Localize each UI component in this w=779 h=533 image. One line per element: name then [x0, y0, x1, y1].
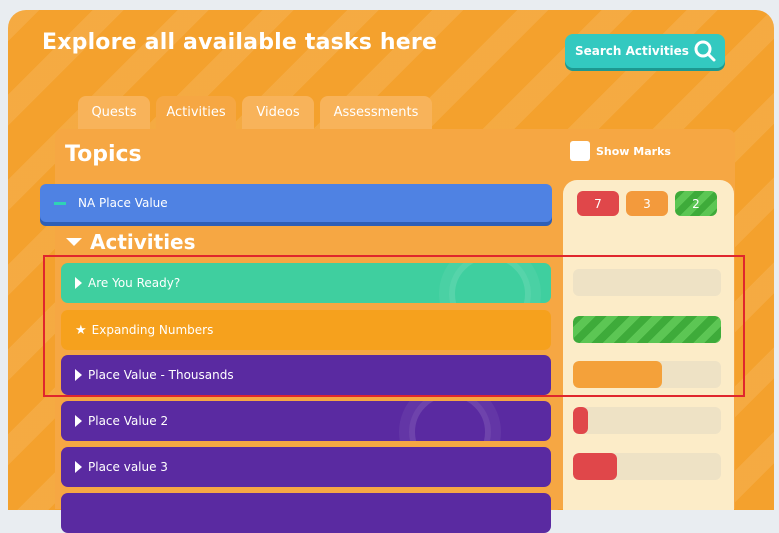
activity-row-place-value-2[interactable]: Place Value 2 — [61, 401, 551, 441]
collapse-dash-icon — [54, 201, 66, 205]
selection-highlight-box — [43, 255, 745, 397]
mark-badge-orange: 3 — [626, 191, 668, 216]
activity-label: Place Value 2 — [88, 414, 169, 428]
progress-track — [573, 407, 721, 434]
play-triangle-icon — [75, 461, 82, 473]
progress-fill — [573, 407, 588, 434]
activity-row-partial[interactable] — [61, 493, 551, 533]
activities-heading-label: Activities — [90, 230, 196, 254]
tab-label: Quests — [91, 105, 137, 120]
play-triangle-icon — [75, 415, 82, 427]
search-activities-button[interactable]: Search Activities — [565, 34, 725, 68]
activities-heading[interactable]: Activities — [66, 230, 196, 254]
swirl-decoration — [409, 401, 491, 441]
tab-quests[interactable]: Quests — [78, 96, 150, 129]
mark-badge-green: 2 — [675, 191, 717, 216]
show-marks-checkbox[interactable] — [570, 141, 590, 161]
page-title: Explore all available tasks here — [42, 30, 438, 55]
activity-row-place-value-3[interactable]: Place value 3 — [61, 447, 551, 487]
tab-activities[interactable]: Activities — [156, 96, 236, 129]
tab-label: Activities — [166, 105, 226, 120]
activity-label: Place value 3 — [88, 460, 168, 474]
progress-fill — [573, 453, 618, 480]
show-marks-toggle[interactable]: Show Marks — [570, 141, 671, 161]
tab-assessments[interactable]: Assessments — [320, 96, 432, 129]
tab-videos[interactable]: Videos — [242, 96, 314, 129]
tab-label: Videos — [256, 105, 300, 120]
topics-heading: Topics — [65, 142, 142, 167]
topic-label: NA Place Value — [78, 196, 168, 210]
search-button-label: Search Activities — [575, 44, 689, 58]
search-icon — [694, 40, 716, 62]
show-marks-label: Show Marks — [596, 144, 671, 158]
mark-badge-red: 7 — [577, 191, 619, 216]
caret-down-icon — [66, 238, 82, 246]
topic-na-place-value[interactable]: NA Place Value — [40, 184, 552, 222]
tab-label: Assessments — [333, 105, 419, 120]
progress-track — [573, 453, 721, 480]
